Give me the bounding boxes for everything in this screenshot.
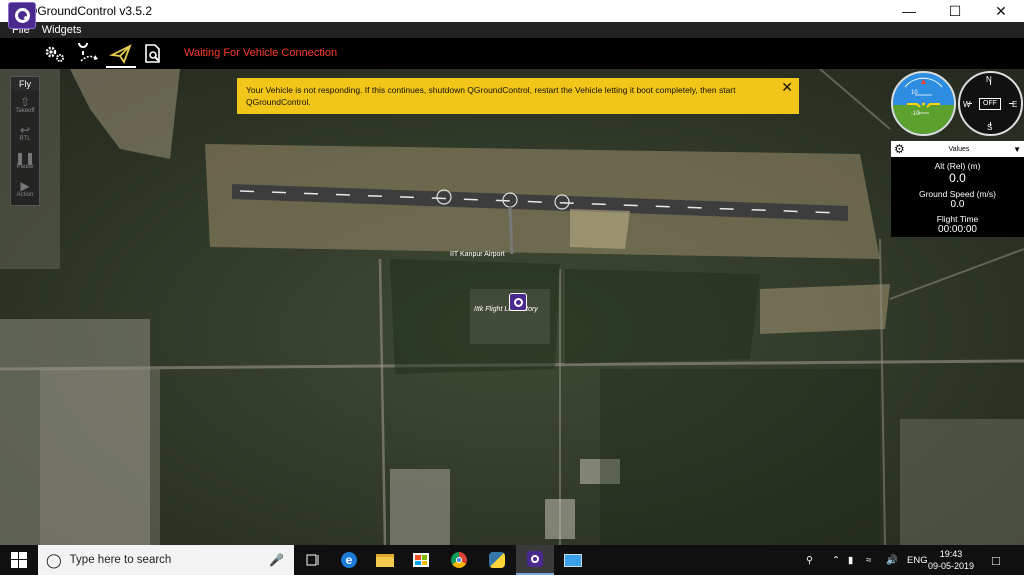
flight-time-value: 00:00:00 <box>938 224 977 235</box>
start-button[interactable] <box>0 545 38 575</box>
menu-widgets[interactable]: Widgets <box>42 24 82 36</box>
microphone-icon[interactable]: 🎤 <box>269 553 284 567</box>
chevron-down-icon[interactable]: ▼ <box>1013 145 1021 154</box>
flight-time-label: Flight Time <box>936 214 979 224</box>
map-label-airport: IIT Kanpur Airport <box>450 251 505 258</box>
python-icon[interactable] <box>478 545 516 575</box>
clock-date: 09-05-2019 <box>927 561 975 571</box>
tray-chevron-up-icon[interactable]: ⌃ <box>832 545 840 575</box>
battery-icon[interactable]: ▮ <box>848 545 853 575</box>
plan-view-icon[interactable] <box>74 38 104 69</box>
vehicle-warning-banner: Your Vehicle is not responding. If this … <box>237 78 799 114</box>
people-icon[interactable]: ⚲ <box>806 545 813 575</box>
rtl-icon: ↩ <box>19 123 31 137</box>
volume-icon[interactable]: 🔊 <box>886 545 898 575</box>
pitch-minus10-label: -10 <box>911 111 920 117</box>
action-button[interactable]: ▶ Action <box>11 175 39 203</box>
pause-button[interactable]: ❚❚ Pause <box>11 147 39 175</box>
fly-view-icon[interactable] <box>106 38 136 69</box>
notification-icon[interactable]: □ <box>992 545 1000 575</box>
remote-desktop-icon[interactable] <box>554 545 592 575</box>
qgc-logo-button[interactable] <box>8 2 36 29</box>
home-position-marker-icon[interactable] <box>509 293 527 311</box>
rtl-label: RTL <box>19 136 31 142</box>
search-icon: ◯ <box>46 551 62 568</box>
values-widget: ⚙ Values ▼ Alt (Rel) (m) 0.0 Ground Spee… <box>891 141 1024 237</box>
rtl-button[interactable]: ↩ RTL <box>11 119 39 147</box>
action-icon: ▶ <box>20 179 30 193</box>
menu-bar: File Widgets <box>0 22 1024 38</box>
maximize-button[interactable]: ☐ <box>932 0 978 22</box>
close-icon[interactable]: ✕ <box>781 80 793 94</box>
alt-value: 0.0 <box>949 171 966 185</box>
values-header[interactable]: ⚙ Values ▼ <box>891 141 1024 157</box>
compass-indicator: N S E W OFF <box>958 71 1023 136</box>
settings-gear-icon[interactable] <box>40 38 70 69</box>
window-title: QGroundControl v3.5.2 <box>28 4 153 18</box>
pitch-10-label: 10 <box>911 90 918 96</box>
map-label-observatory: IItk Flight Laboratory <box>474 306 538 313</box>
clock-time: 19:43 <box>939 549 963 559</box>
action-label: Action <box>16 192 34 198</box>
takeoff-label: Takeoff <box>15 108 35 114</box>
close-window-button[interactable]: ✕ <box>978 0 1024 22</box>
file-explorer-icon[interactable] <box>366 545 404 575</box>
ground-speed-label: Ground Speed (m/s) <box>918 189 996 199</box>
search-placeholder: Type here to search <box>69 554 172 566</box>
values-gear-icon[interactable]: ⚙ <box>894 143 905 155</box>
language-indicator[interactable]: ENG <box>907 545 928 575</box>
warning-message: Your Vehicle is not responding. If this … <box>246 85 736 107</box>
vehicle-status-text: Waiting For Vehicle Connection <box>184 47 338 59</box>
pause-icon: ❚❚ <box>14 151 36 165</box>
fly-tool-panel: Fly ⇧ Takeoff ↩ RTL ❚❚ Pause ▶ Action <box>10 76 40 206</box>
task-view-icon[interactable] <box>294 545 332 575</box>
alt-label: Alt (Rel) (m) <box>934 161 981 171</box>
edge-browser-icon[interactable]: e <box>330 545 368 575</box>
takeoff-icon: ⇧ <box>19 95 31 109</box>
minimize-button[interactable]: — <box>886 0 932 22</box>
taskbar-clock[interactable]: 19:43 09-05-2019 <box>926 548 976 572</box>
windows-taskbar: ◯ Type here to search 🎤 e ⚲ ⌃ ▮ ≈ 🔊 ENG … <box>0 545 1024 575</box>
ground-speed-value: 0.0 <box>950 199 965 210</box>
window-title-bar: QGroundControl v3.5.2 — ☐ ✕ <box>0 0 1024 22</box>
taskbar-search-box[interactable]: ◯ Type here to search 🎤 <box>38 545 294 575</box>
attitude-indicator: 10 -10 <box>891 71 956 136</box>
satellite-map[interactable]: IIT Kanpur Airport IItk Flight Laborator… <box>0 69 1024 545</box>
chrome-icon[interactable] <box>440 545 478 575</box>
qgroundcontrol-taskbar-icon[interactable] <box>516 545 554 575</box>
store-icon[interactable] <box>402 545 440 575</box>
fly-panel-title: Fly <box>11 77 39 91</box>
analyze-view-icon[interactable] <box>138 38 168 69</box>
takeoff-button[interactable]: ⇧ Takeoff <box>11 91 39 119</box>
pause-label: Pause <box>16 164 34 170</box>
fly-view-selected-indicator <box>106 66 136 68</box>
wifi-icon[interactable]: ≈ <box>866 545 871 575</box>
values-header-title: Values <box>948 145 970 153</box>
